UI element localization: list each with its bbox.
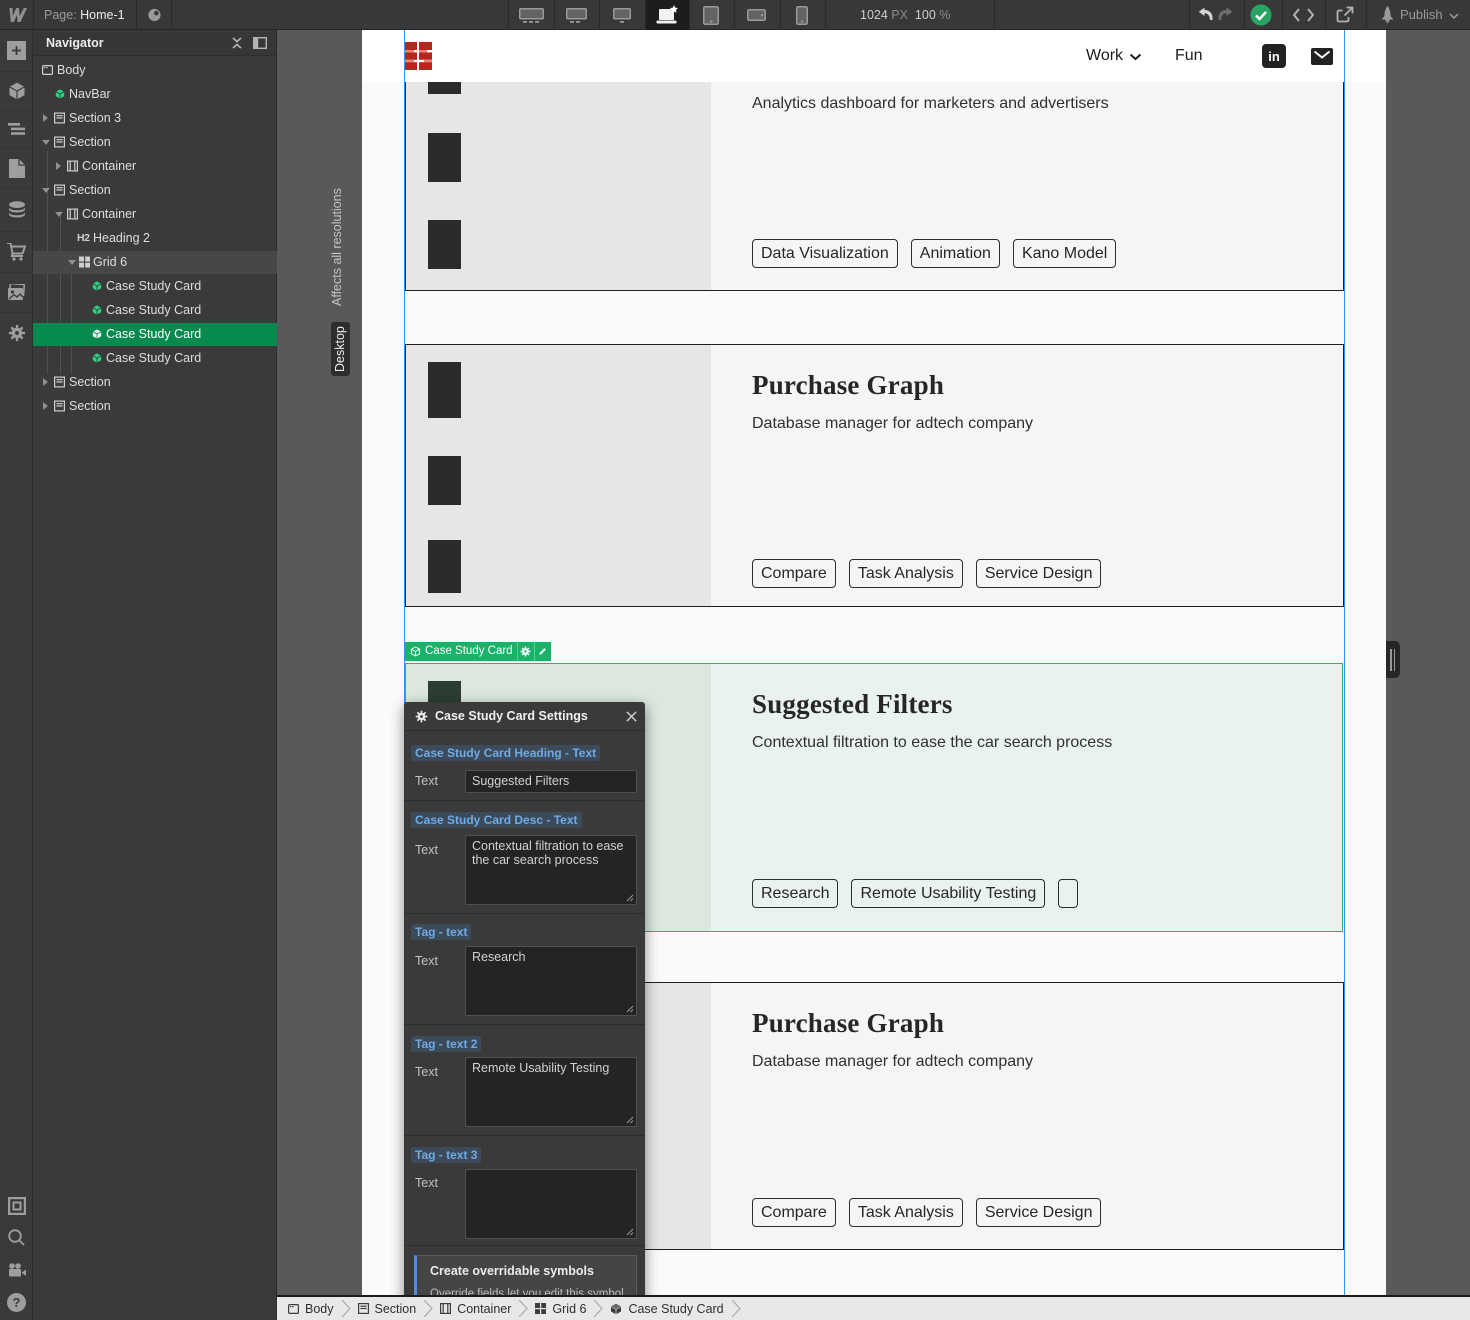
svg-text:?: ?: [13, 1295, 21, 1310]
svg-text:in: in: [1268, 49, 1280, 64]
